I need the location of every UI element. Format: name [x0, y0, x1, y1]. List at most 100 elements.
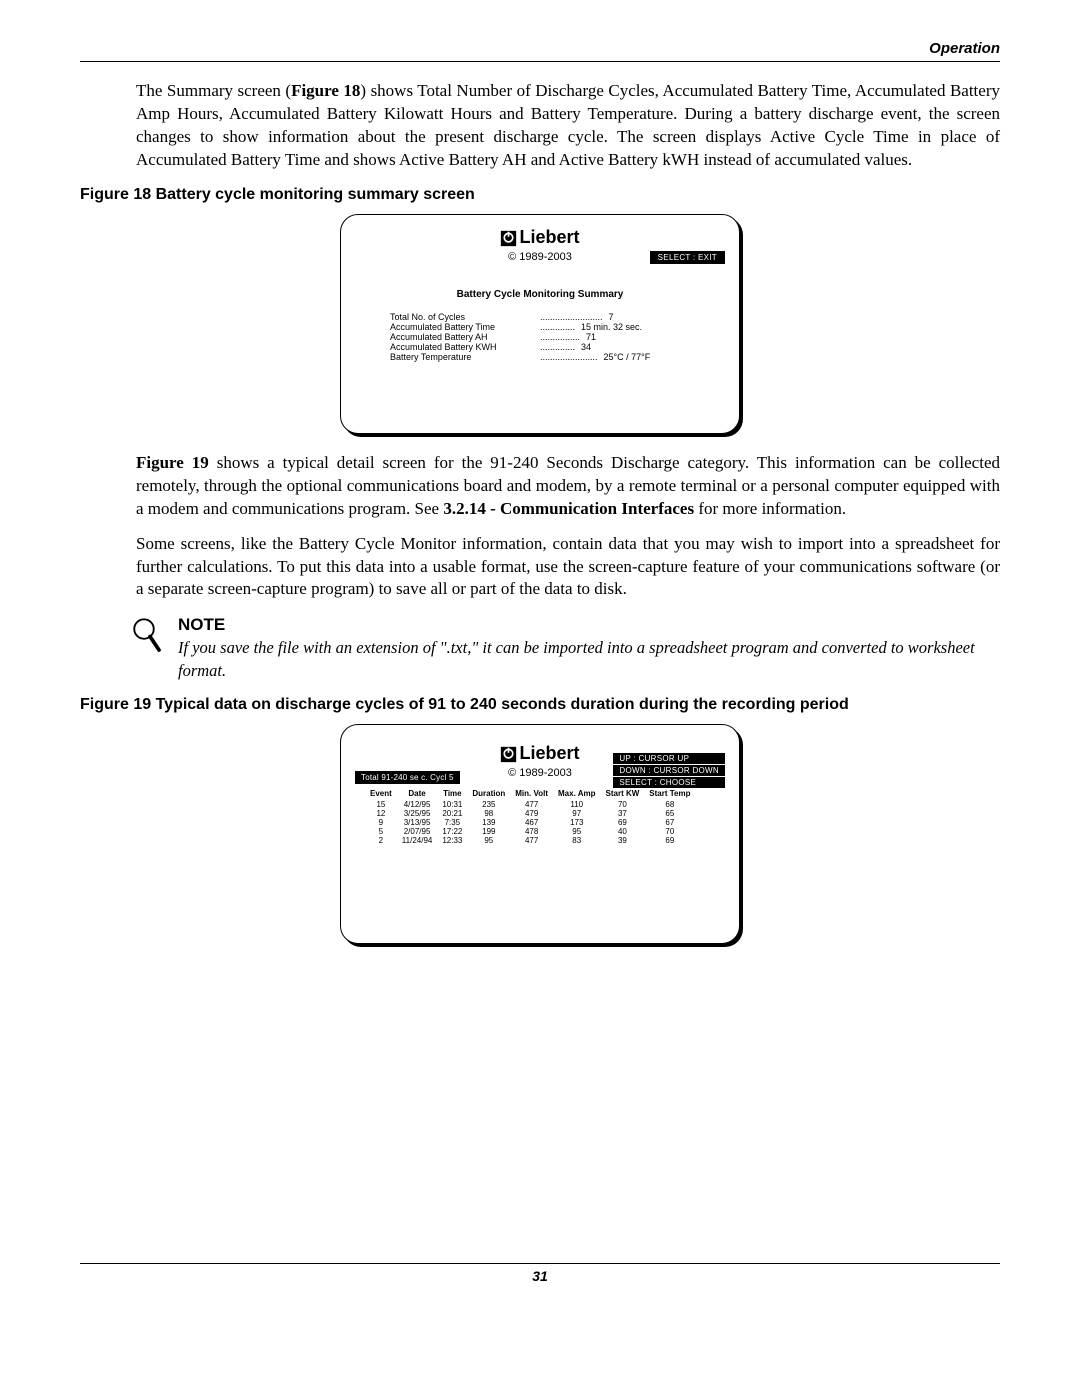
summary-value: 71 — [580, 332, 596, 342]
summary-row: Accumulated Battery KWH..............34 — [390, 342, 690, 352]
summary-dots: .............. — [540, 322, 575, 332]
p2-figref19: Figure 19 — [136, 453, 209, 472]
table-cell: 139 — [467, 818, 510, 827]
table-cell: 478 — [510, 827, 553, 836]
top-rule — [80, 61, 1000, 62]
screen19-menu-up[interactable]: UP : CURSOR UP — [613, 753, 725, 764]
table-cell: 95 — [467, 836, 510, 845]
table-header: Min. Volt — [510, 789, 553, 800]
summary-dots: ....................... — [540, 352, 598, 362]
summary-label: Total No. of Cycles — [390, 312, 540, 322]
footer: 31 — [80, 1263, 1000, 1284]
screen18: Liebert © 1989-2003 SELECT : EXIT Batter… — [340, 214, 740, 434]
table-cell: 95 — [553, 827, 601, 836]
table-header: Date — [397, 789, 438, 800]
table-cell: 2 — [365, 836, 397, 845]
table-cell: 83 — [553, 836, 601, 845]
table-header: Time — [437, 789, 467, 800]
figure19-caption: Figure 19 Typical data on discharge cycl… — [80, 696, 1000, 714]
table-cell: 235 — [467, 800, 510, 809]
table-cell: 98 — [467, 809, 510, 818]
screen19-brand: Liebert — [519, 743, 579, 764]
note-title: NOTE — [178, 615, 1000, 635]
table-cell: 173 — [553, 818, 601, 827]
liebert-logo-icon — [500, 230, 517, 247]
table-cell: 7:35 — [437, 818, 467, 827]
screen19-menu-select[interactable]: SELECT : CHOOSE — [613, 777, 725, 788]
table-cell: 12:33 — [437, 836, 467, 845]
screen19-menu-down[interactable]: DOWN : CURSOR DOWN — [613, 765, 725, 776]
summary-value: 7 — [603, 312, 614, 322]
summary-label: Accumulated Battery Time — [390, 322, 540, 332]
screen19: Total 91-240 se c. Cycl 5 Liebert © 1989… — [340, 724, 740, 944]
bottom-rule — [80, 1263, 1000, 1264]
summary-row: Accumulated Battery AH................71 — [390, 332, 690, 342]
table-cell: 10:31 — [437, 800, 467, 809]
table-cell: 65 — [644, 809, 695, 818]
paragraph-3: Some screens, like the Battery Cycle Mon… — [136, 533, 1000, 602]
table-cell: 68 — [644, 800, 695, 809]
screen18-brand: Liebert — [519, 227, 579, 248]
screen19-menu[interactable]: UP : CURSOR UP DOWN : CURSOR DOWN SELECT… — [613, 753, 725, 788]
summary-dots: ................ — [540, 332, 580, 342]
paragraph-2: Figure 19 shows a typical detail screen … — [136, 452, 1000, 521]
summary-value: 34 — [575, 342, 591, 352]
table-cell: 479 — [510, 809, 553, 818]
table-cell: 3/13/95 — [397, 818, 438, 827]
table-row: 93/13/957:351394671736967 — [365, 818, 695, 827]
table-cell: 67 — [644, 818, 695, 827]
summary-row: Total No. of Cycles.....................… — [390, 312, 690, 322]
magnifier-icon — [132, 617, 162, 660]
table-header: Start Temp — [644, 789, 695, 800]
figure18-wrapper: Liebert © 1989-2003 SELECT : EXIT Batter… — [80, 214, 1000, 434]
summary-label: Accumulated Battery KWH — [390, 342, 540, 352]
p2-d: for more information. — [694, 499, 846, 518]
table-cell: 37 — [601, 809, 645, 818]
table-cell: 110 — [553, 800, 601, 809]
summary-dots: .............. — [540, 342, 575, 352]
table-cell: 467 — [510, 818, 553, 827]
table-cell: 477 — [510, 800, 553, 809]
table-cell: 11/24/94 — [397, 836, 438, 845]
table-cell: 40 — [601, 827, 645, 836]
note-block: NOTE If you save the file with an extens… — [132, 615, 1000, 682]
summary-row: Battery Temperature.....................… — [390, 352, 690, 362]
liebert-logo: Liebert — [500, 227, 579, 248]
screen18-title: Battery Cycle Monitoring Summary — [355, 289, 725, 300]
table-cell: 5 — [365, 827, 397, 836]
table-cell: 2/07/95 — [397, 827, 438, 836]
screen18-summary-list: Total No. of Cycles.....................… — [390, 312, 690, 362]
table-cell: 4/12/95 — [397, 800, 438, 809]
summary-dots: ......................... — [540, 312, 603, 322]
table-cell: 69 — [644, 836, 695, 845]
table-cell: 39 — [601, 836, 645, 845]
liebert-logo-icon — [500, 746, 517, 763]
screen18-inner: Liebert © 1989-2003 SELECT : EXIT Batter… — [341, 227, 739, 362]
p2-secref: 3.2.14 - Communication Interfaces — [443, 499, 694, 518]
screen19-inner: Total 91-240 se c. Cycl 5 Liebert © 1989… — [341, 743, 739, 845]
table-cell: 97 — [553, 809, 601, 818]
page: Operation The Summary screen (Figure 18)… — [0, 0, 1080, 1310]
table-row: 154/12/9510:312354771107068 — [365, 800, 695, 809]
page-number: 31 — [80, 1268, 1000, 1284]
table-header: Start KW — [601, 789, 645, 800]
liebert-logo: Liebert — [500, 743, 579, 764]
summary-row: Accumulated Battery Time..............15… — [390, 322, 690, 332]
summary-value: 25°C / 77°F — [598, 352, 651, 362]
table-row: 123/25/9520:2198479973765 — [365, 809, 695, 818]
table-cell: 17:22 — [437, 827, 467, 836]
summary-label: Accumulated Battery AH — [390, 332, 540, 342]
table-cell: 12 — [365, 809, 397, 818]
table-cell: 69 — [601, 818, 645, 827]
screen18-menu-select-exit[interactable]: SELECT : EXIT — [658, 253, 717, 262]
table-cell: 3/25/95 — [397, 809, 438, 818]
screen18-menu[interactable]: SELECT : EXIT — [650, 251, 725, 264]
table-cell: 477 — [510, 836, 553, 845]
table-cell: 199 — [467, 827, 510, 836]
p1-figref18: Figure 18 — [291, 81, 360, 100]
table-header: Duration — [467, 789, 510, 800]
summary-value: 15 min. 32 sec. — [575, 322, 642, 332]
summary-label: Battery Temperature — [390, 352, 540, 362]
note-content: NOTE If you save the file with an extens… — [178, 615, 1000, 682]
p1-a: The Summary screen ( — [136, 81, 291, 100]
